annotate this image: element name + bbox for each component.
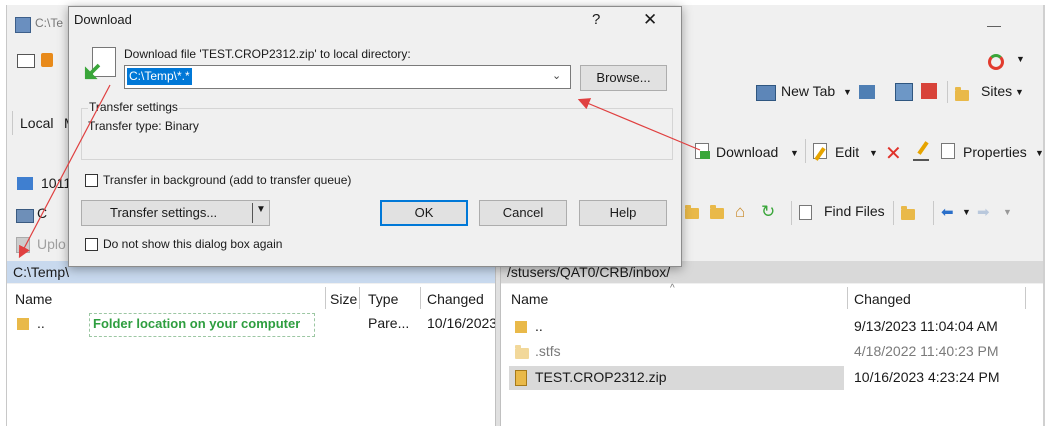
arrow-from-download (577, 98, 701, 151)
arrow-to-directory (18, 84, 111, 259)
annotation-arrows (18, 84, 701, 259)
